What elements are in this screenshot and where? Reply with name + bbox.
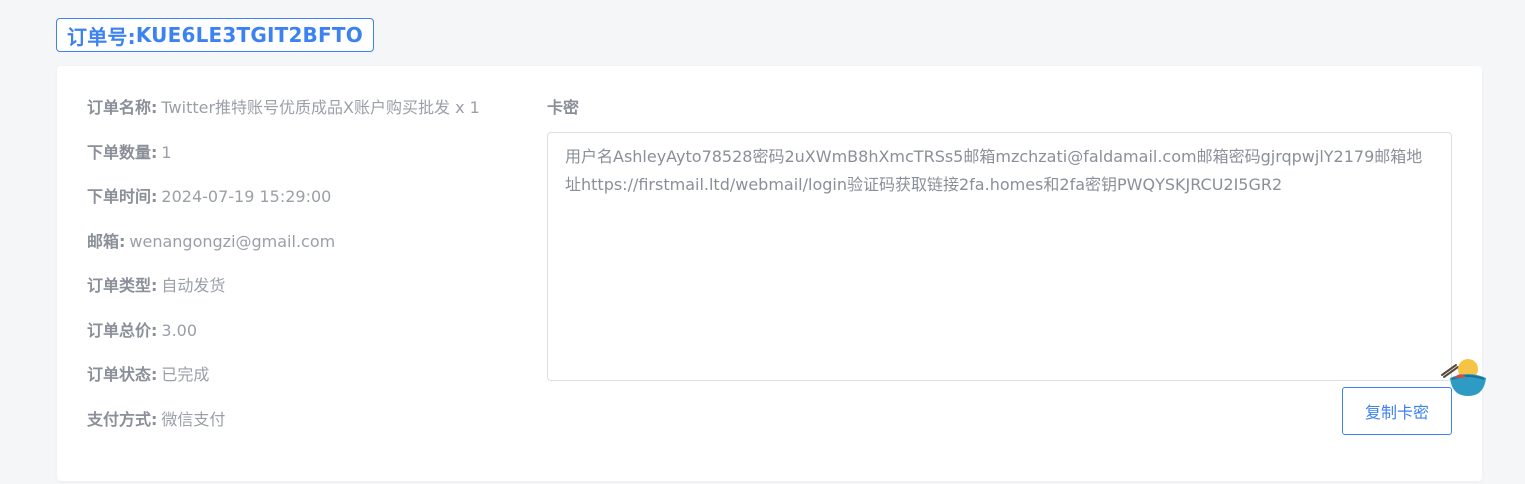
info-value: 微信支付 [161, 409, 226, 429]
info-label: 下单时间: [87, 187, 158, 206]
info-value: 已完成 [161, 365, 210, 384]
info-value: 自动发货 [161, 276, 226, 295]
info-label: 邮箱: [87, 231, 126, 251]
card-secret-textarea[interactable]: 用户名AshleyAyto78528密码2uXWmB8hXmcTRSs5邮箱mz… [547, 132, 1452, 381]
info-row-order-status: 订单状态: 已完成 [87, 357, 480, 402]
info-label: 订单名称: [87, 98, 158, 117]
order-number-label: 订单号: [67, 24, 136, 49]
info-row-order-type: 订单类型: 自动发货 [87, 268, 480, 313]
order-number-value: KUE6LE3TGIT2BFTO [135, 23, 363, 47]
info-row-payment-method: 支付方式: 微信支付 [87, 402, 480, 447]
info-label: 订单总价: [87, 320, 158, 340]
info-label: 下单数量: [87, 142, 158, 162]
info-label: 订单状态: [87, 365, 158, 384]
page: 订单号: KUE6LE3TGIT2BFTO 订单名称: Twitter推特账号优质… [0, 0, 1525, 484]
order-number-badge: 订单号: KUE6LE3TGIT2BFTO [56, 18, 374, 52]
info-value: wenangongzi@gmail.com [129, 231, 336, 251]
info-value: 1 [161, 142, 172, 162]
info-row-order-time: 下单时间: 2024-07-19 15:29:00 [87, 179, 480, 224]
card-secret-title: 卡密 [547, 98, 580, 117]
order-info-list: 订单名称: Twitter推特账号优质成品X账户购买批发 x 1 下单数量: 1… [87, 90, 480, 446]
order-detail-card: 订单名称: Twitter推特账号优质成品X账户购买批发 x 1 下单数量: 1… [57, 66, 1482, 481]
info-value: Twitter推特账号优质成品X账户购买批发 x 1 [161, 98, 480, 117]
info-row-quantity: 下单数量: 1 [87, 135, 480, 180]
info-value: 2024-07-19 15:29:00 [161, 187, 332, 206]
info-row-order-name: 订单名称: Twitter推特账号优质成品X账户购买批发 x 1 [87, 90, 480, 135]
info-row-total-price: 订单总价: 3.00 [87, 313, 480, 358]
info-label: 支付方式: [87, 409, 158, 429]
info-row-email: 邮箱: wenangongzi@gmail.com [87, 224, 480, 269]
info-label: 订单类型: [87, 276, 158, 295]
info-value: 3.00 [161, 320, 198, 340]
bowl-mascot-icon[interactable] [1438, 356, 1488, 400]
copy-card-secret-button[interactable]: 复制卡密 [1342, 387, 1452, 435]
